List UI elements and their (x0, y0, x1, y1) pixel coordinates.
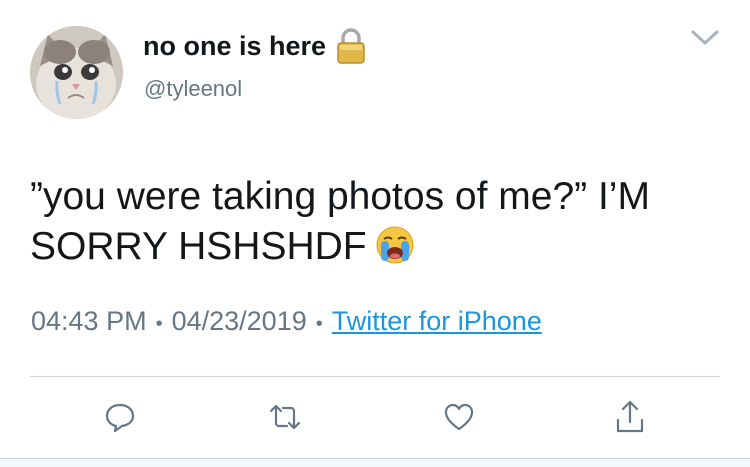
share-icon[interactable] (608, 395, 652, 439)
divider (30, 376, 720, 377)
like-icon[interactable] (437, 395, 481, 439)
tweet-source-link[interactable]: Twitter for iPhone (332, 306, 542, 337)
tweet-text: ”you were taking photos of me?” I’M SORR… (30, 172, 720, 272)
avatar[interactable] (30, 26, 123, 119)
chevron-down-icon[interactable] (688, 26, 722, 50)
meta-separator: • (155, 313, 163, 335)
reply-icon[interactable] (98, 395, 142, 439)
retweet-icon[interactable] (263, 395, 307, 439)
user-handle[interactable]: @tyleenol (144, 76, 242, 102)
tweet-card: no one is here @tyleenol ”you were takin… (0, 0, 750, 467)
tweet-meta: 04:43 PM • 04/23/2019 • Twitter for iPho… (31, 306, 542, 337)
bottom-bar (0, 458, 750, 467)
tweet-date: 04/23/2019 (171, 306, 307, 336)
display-name-text: no one is here (143, 30, 327, 61)
loudly-crying-face-icon (375, 225, 415, 265)
tweet-time: 04:43 PM (31, 306, 147, 336)
crying-cat-avatar-icon (30, 26, 123, 119)
tweet-text-body: ”you were taking photos of me?” I’M SORR… (30, 175, 650, 268)
meta-separator: • (315, 313, 323, 335)
display-name[interactable]: no one is here (143, 28, 366, 64)
action-bar (0, 395, 750, 445)
lock-icon (336, 28, 366, 64)
